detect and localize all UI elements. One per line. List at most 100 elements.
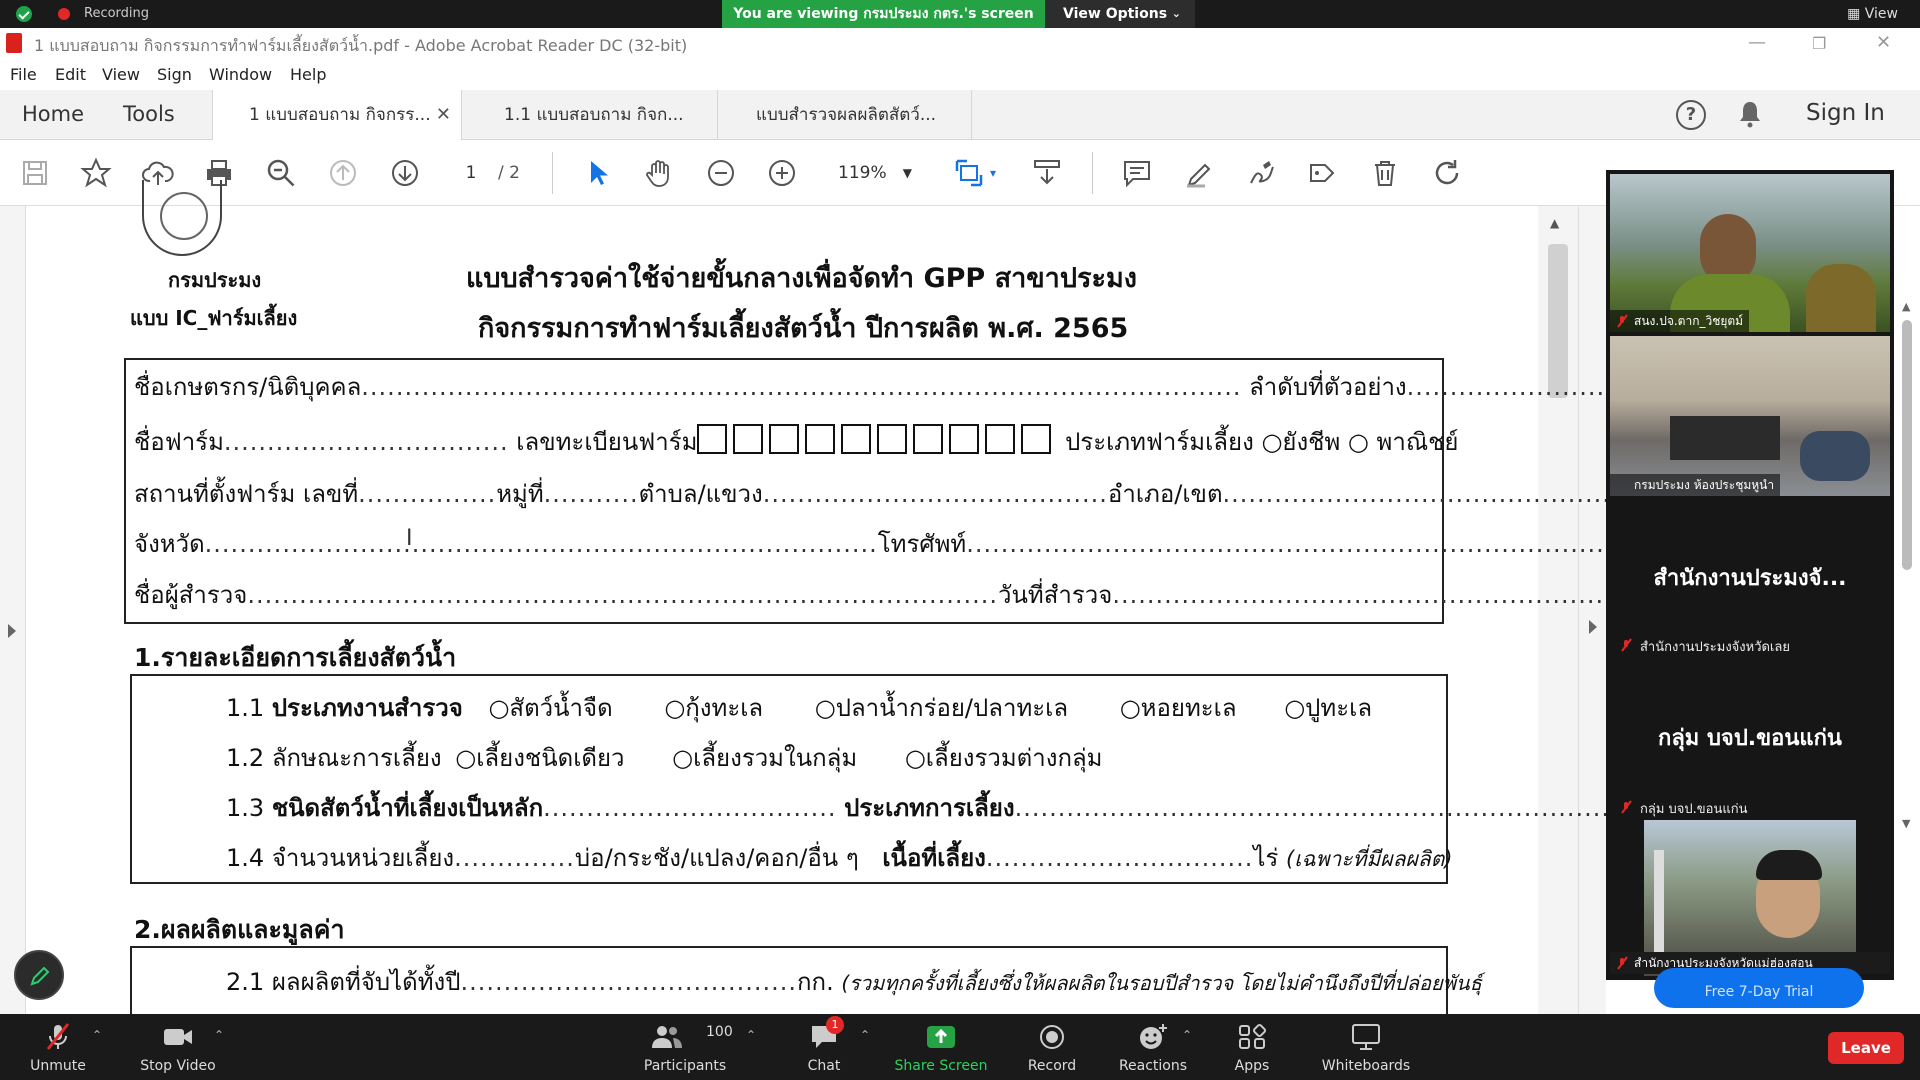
reactions-button[interactable]: Reactions <box>1110 1014 1196 1080</box>
menu-file[interactable]: File <box>10 65 37 84</box>
dotted-field: .................................. <box>543 794 837 822</box>
stop-video-button[interactable]: Stop Video <box>128 1014 228 1080</box>
delete-icon[interactable] <box>1366 154 1404 192</box>
fit-dropdown-icon[interactable]: ▾ <box>990 166 996 180</box>
row-label: ประเภทการเลี้ยง <box>844 794 1015 822</box>
security-shield-icon[interactable] <box>16 6 32 22</box>
dotted-field: ........................................ <box>762 480 1108 508</box>
home-link[interactable]: Home <box>22 102 84 126</box>
notification-bell-icon[interactable] <box>1738 100 1762 128</box>
dotted-field: ........................................… <box>247 581 999 609</box>
tools-link[interactable]: Tools <box>123 102 175 126</box>
option-label: กุ้งทะเล <box>685 694 764 722</box>
hand-tool-icon[interactable] <box>640 154 678 192</box>
share-screen-button[interactable]: Share Screen <box>888 1014 994 1080</box>
previous-page-icon[interactable] <box>324 154 362 192</box>
participant-gallery: สนง.ปจ.ตาก_วิชยุตม์ กรมประมง ห้องประชุมห… <box>1606 170 1894 980</box>
doc-tab-3[interactable]: แบบสำรวจผลผลิตสัตว์... <box>718 90 972 140</box>
video-tile-2[interactable]: กรมประมง ห้องประชุมหูนำ <box>1610 336 1890 496</box>
highlight-pen-icon[interactable] <box>1180 154 1218 192</box>
row-label: จำนวนหน่วยเลี้ยง <box>271 844 455 872</box>
toolbar-divider <box>1092 152 1093 194</box>
reactions-caret-icon[interactable]: ⌃ <box>1182 1028 1192 1042</box>
units-label: บ่อ/กระชัง/แปลง/คอก/อื่น ๆ <box>574 844 859 872</box>
zoom-level-select[interactable]: 119% ▼ <box>826 158 916 188</box>
close-icon[interactable]: ✕ <box>1876 32 1891 53</box>
recording-dot-icon <box>58 8 70 20</box>
chevron-down-icon: ⌄ <box>1171 7 1181 20</box>
zoom-share-bar: Recording You are viewing กรมประมง กตร.'… <box>0 0 1920 28</box>
doc-tab-1[interactable]: 1 แบบสอบถาม กิจกรร... ✕ <box>212 90 462 141</box>
option-label: สัตว์น้ำจืด <box>509 694 613 722</box>
select-cursor-icon[interactable] <box>578 154 616 192</box>
farm-reg-label: เลขทะเบียนฟาร์ม <box>516 428 698 456</box>
audio-options-caret-icon[interactable]: ⌃ <box>92 1028 102 1042</box>
video-tile-1[interactable]: สนง.ปจ.ตาก_วิชยุตม์ <box>1610 174 1890 332</box>
unmute-button[interactable]: Unmute <box>18 1014 98 1080</box>
page-total: / 2 <box>498 163 520 183</box>
help-icon[interactable]: ? <box>1676 100 1706 130</box>
star-icon[interactable] <box>77 154 115 192</box>
farm-name-label: ชื่อฟาร์ม <box>134 428 224 456</box>
view-button[interactable]: ▦ View <box>1847 6 1898 22</box>
tag-edit-icon[interactable] <box>1304 154 1342 192</box>
zoom-out-icon[interactable] <box>702 154 740 192</box>
gallery-scroll-thumb[interactable] <box>1902 320 1912 570</box>
zoom-level-value: 119% <box>838 163 887 183</box>
scroll-up-icon[interactable]: ▲ <box>1550 216 1559 230</box>
close-tab-icon[interactable]: ✕ <box>436 90 451 140</box>
scroll-down-icon[interactable]: ▼ <box>1902 817 1910 830</box>
left-panel-toggle[interactable] <box>0 206 26 1016</box>
next-page-icon[interactable] <box>386 154 424 192</box>
leave-meeting-button[interactable]: Leave <box>1828 1032 1904 1064</box>
participants-button[interactable]: 100 Participants <box>640 1014 733 1080</box>
option-label: เลี้ยงชนิดเดียว <box>476 744 625 772</box>
dotted-field: ................ <box>358 480 497 508</box>
smiley-icon <box>1140 1024 1167 1049</box>
radio-icon: ○ <box>1261 428 1283 456</box>
view-options-button[interactable]: View Options ⌄ <box>1045 0 1195 28</box>
whiteboards-button[interactable]: Whiteboards <box>1314 1014 1418 1080</box>
free-trial-button[interactable]: Free 7-Day Trial <box>1654 968 1864 1008</box>
page-number-input[interactable]: 1 <box>450 158 492 188</box>
restore-icon[interactable]: ❐ <box>1812 34 1826 53</box>
muted-mic-icon <box>46 1023 70 1050</box>
person-background <box>1806 264 1876 332</box>
rotate-icon[interactable] <box>1428 154 1466 192</box>
text-cursor-icon: I <box>406 526 413 551</box>
scroll-mode-icon[interactable] <box>1028 154 1066 192</box>
zoom-in-icon[interactable] <box>763 154 801 192</box>
participants-caret-icon[interactable]: ⌃ <box>746 1028 756 1042</box>
radio-icon: ○ <box>1284 694 1306 722</box>
participant-big-name: สำนักงานประมงจั... <box>1653 566 1847 591</box>
comment-icon[interactable] <box>1118 154 1156 192</box>
annotate-pencil-button[interactable] <box>14 950 64 1000</box>
note-label: (รวมทุกครั้งที่เลี้ยงซึ่งให้ผลผลิตในรอบป… <box>841 971 1482 995</box>
fit-page-icon[interactable] <box>950 154 988 192</box>
menu-window[interactable]: Window <box>209 65 272 84</box>
participant-name: กลุ่ม บจป.ขอนแก่น <box>1640 802 1748 817</box>
video-options-caret-icon[interactable]: ⌃ <box>214 1028 224 1042</box>
sign-in-button[interactable]: Sign In <box>1806 100 1885 126</box>
unit-label: กก. <box>797 968 834 996</box>
gallery-scrollbar[interactable]: ▲ ▼ <box>1894 300 1920 830</box>
row-1-2: 1.2 ลักษณะการเลี้ยง ○เลี้ยงชนิดเดียว ○เล… <box>226 738 1103 777</box>
zoom-search-icon[interactable] <box>262 154 300 192</box>
row-label: ลักษณะการเลี้ยง <box>271 744 442 772</box>
menu-view[interactable]: View <box>102 65 140 84</box>
radio-icon: ○ <box>1119 694 1141 722</box>
menu-help[interactable]: Help <box>290 65 326 84</box>
chat-button[interactable]: Chat <box>784 1014 864 1080</box>
chat-caret-icon[interactable]: ⌃ <box>860 1028 870 1042</box>
menu-bar: File Edit View Sign Window Help <box>0 60 1920 90</box>
menu-edit[interactable]: Edit <box>55 65 86 84</box>
save-icon[interactable] <box>16 154 54 192</box>
scroll-up-icon[interactable]: ▲ <box>1902 300 1910 313</box>
sign-pen-icon[interactable] <box>1242 154 1280 192</box>
minimize-icon[interactable]: — <box>1748 32 1766 53</box>
apps-button[interactable]: Apps <box>1216 1014 1288 1080</box>
record-button[interactable]: Record <box>1012 1014 1092 1080</box>
menu-sign[interactable]: Sign <box>157 65 192 84</box>
form-title: แบบสำรวจค่าใช้จ่ายขั้นกลางเพื่อจัดทำ GPP… <box>466 263 1137 294</box>
doc-tab-2[interactable]: 1.1 แบบสอบถาม กิจก... <box>462 90 718 140</box>
